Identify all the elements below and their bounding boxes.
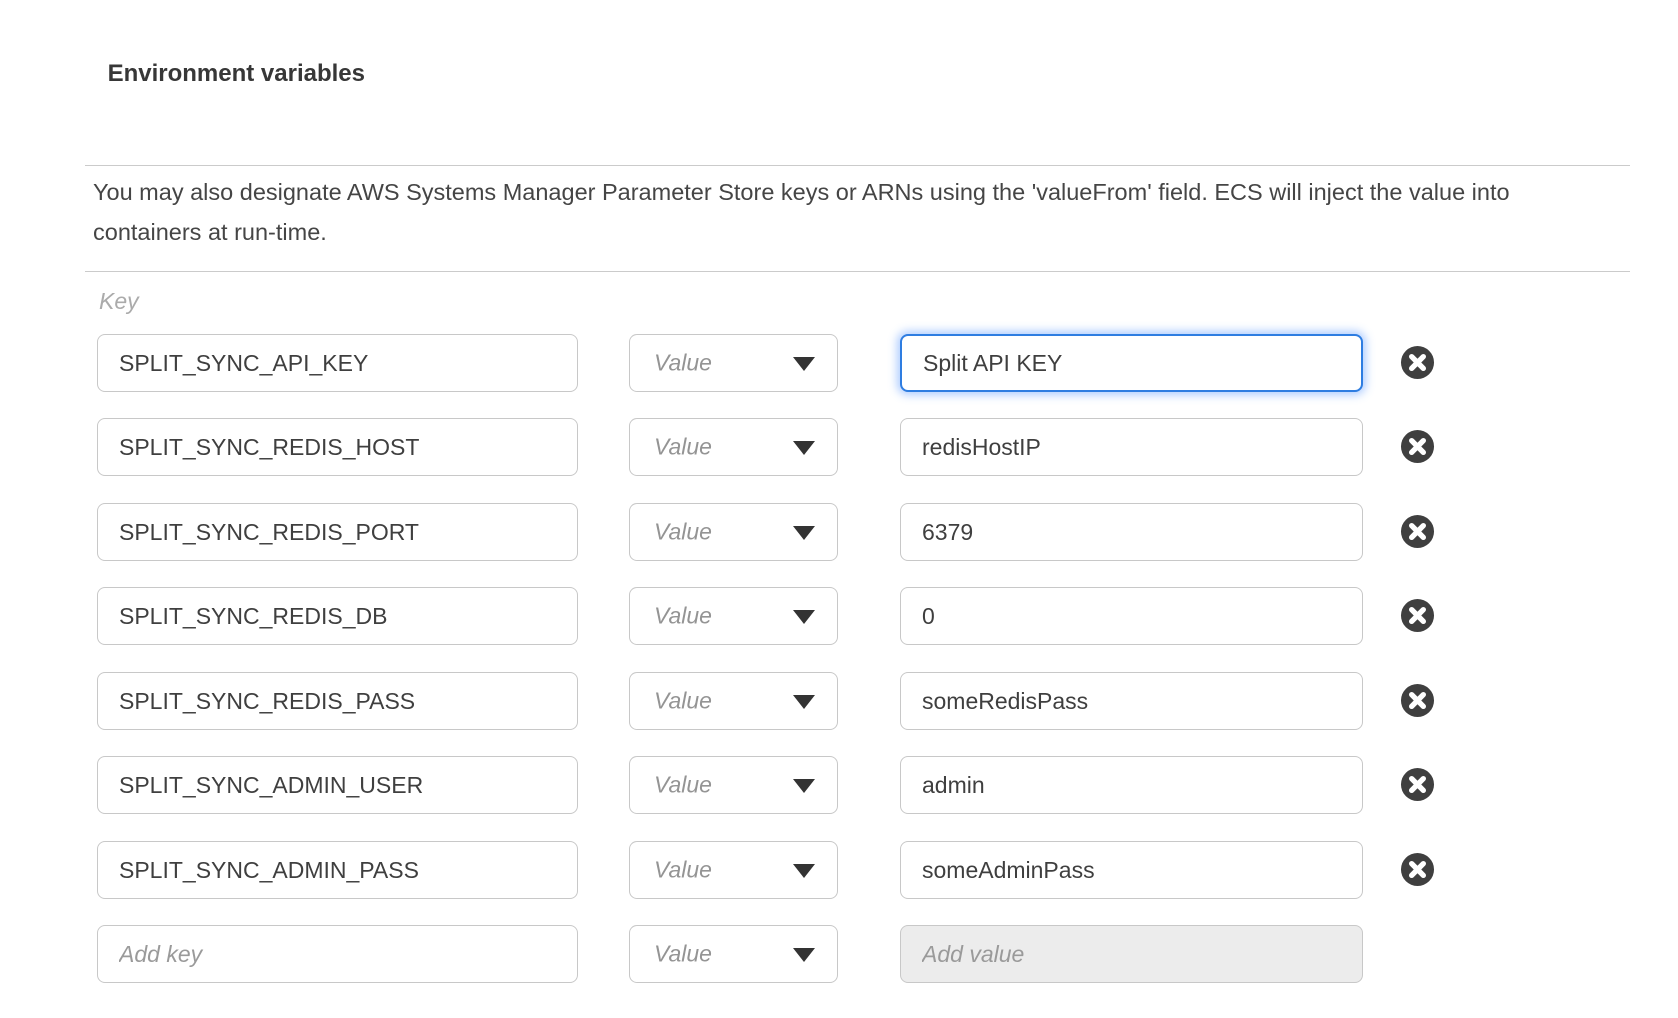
env-var-row: Value <box>0 503 1678 561</box>
env-key-input[interactable] <box>97 587 578 645</box>
value-type-dropdown[interactable]: Value <box>629 841 838 899</box>
value-type-label: Value <box>654 772 712 799</box>
value-type-label: Value <box>654 434 712 461</box>
chevron-down-icon <box>793 357 815 371</box>
value-type-label: Value <box>654 350 712 377</box>
env-key-input[interactable] <box>97 503 578 561</box>
key-column-label: Key <box>99 288 139 315</box>
remove-icon <box>1400 767 1435 802</box>
env-value-input[interactable] <box>900 756 1363 814</box>
chevron-down-icon <box>793 948 815 962</box>
env-var-row: Value <box>0 756 1678 814</box>
env-value-input[interactable] <box>900 503 1363 561</box>
env-var-row: Value <box>0 418 1678 476</box>
remove-row-button[interactable] <box>1400 683 1435 718</box>
value-type-label: Value <box>654 857 712 884</box>
env-value-input[interactable] <box>900 334 1363 392</box>
divider-top <box>85 165 1630 166</box>
env-var-row: Value <box>0 334 1678 392</box>
env-var-add-row: Value <box>0 925 1678 983</box>
remove-row-button[interactable] <box>1400 345 1435 380</box>
remove-icon <box>1400 514 1435 549</box>
chevron-down-icon <box>793 779 815 793</box>
chevron-down-icon <box>793 864 815 878</box>
value-type-dropdown[interactable]: Value <box>629 587 838 645</box>
description-text: You may also designate AWS Systems Manag… <box>93 172 1531 252</box>
remove-row-button[interactable] <box>1400 598 1435 633</box>
remove-row-button[interactable] <box>1400 767 1435 802</box>
chevron-down-icon <box>793 695 815 709</box>
value-type-label: Value <box>654 603 712 630</box>
chevron-down-icon <box>793 610 815 624</box>
chevron-down-icon <box>793 526 815 540</box>
remove-icon <box>1400 345 1435 380</box>
env-value-input[interactable] <box>900 672 1363 730</box>
value-type-dropdown[interactable]: Value <box>629 672 838 730</box>
section-title: Environment variables <box>105 54 365 94</box>
env-key-input[interactable] <box>97 418 578 476</box>
remove-icon <box>1400 852 1435 887</box>
remove-row-button[interactable] <box>1400 429 1435 464</box>
value-type-dropdown[interactable]: Value <box>629 503 838 561</box>
value-type-dropdown[interactable]: Value <box>629 925 838 983</box>
remove-icon <box>1400 683 1435 718</box>
env-key-input[interactable] <box>97 672 578 730</box>
env-key-input[interactable] <box>97 841 578 899</box>
env-key-input[interactable] <box>97 756 578 814</box>
remove-icon <box>1400 429 1435 464</box>
value-type-label: Value <box>654 941 712 968</box>
env-var-row: Value <box>0 841 1678 899</box>
env-value-input[interactable] <box>900 418 1363 476</box>
env-key-input[interactable] <box>97 334 578 392</box>
env-var-row: Value <box>0 672 1678 730</box>
value-type-dropdown[interactable]: Value <box>629 334 838 392</box>
value-type-dropdown[interactable]: Value <box>629 418 838 476</box>
add-value-input[interactable] <box>900 925 1363 983</box>
remove-icon <box>1400 598 1435 633</box>
remove-row-button[interactable] <box>1400 852 1435 887</box>
remove-row-button[interactable] <box>1400 514 1435 549</box>
value-type-label: Value <box>654 688 712 715</box>
chevron-down-icon <box>793 441 815 455</box>
add-key-input[interactable] <box>97 925 578 983</box>
env-value-input[interactable] <box>900 841 1363 899</box>
value-type-label: Value <box>654 519 712 546</box>
divider-bottom <box>85 271 1630 272</box>
value-type-dropdown[interactable]: Value <box>629 756 838 814</box>
env-value-input[interactable] <box>900 587 1363 645</box>
env-var-row: Value <box>0 587 1678 645</box>
